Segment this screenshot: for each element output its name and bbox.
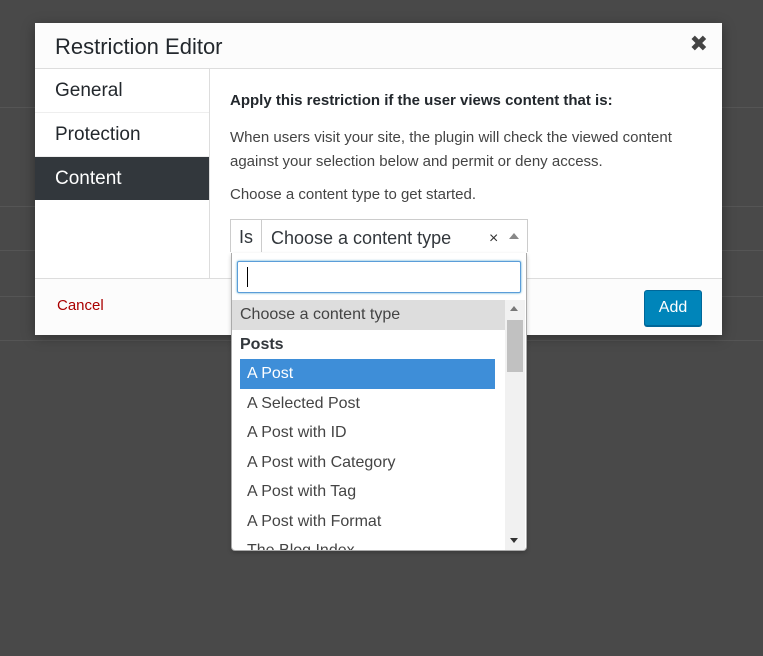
content-type-dropdown: Choose a content type Posts A Post A Sel…	[231, 253, 527, 551]
cancel-button[interactable]: Cancel	[57, 297, 104, 314]
add-button[interactable]: Add	[644, 290, 702, 326]
option-the-blog-index[interactable]: The Blog Index	[232, 536, 505, 550]
content-panel: Apply this restriction if the user views…	[230, 69, 700, 203]
dialog-title: Restriction Editor	[55, 34, 223, 59]
select-current-value: Choose a content type	[271, 228, 452, 248]
scroll-up-icon[interactable]	[510, 306, 518, 311]
content-prompt: Choose a content type to get started.	[230, 186, 476, 203]
tab-protection[interactable]: Protection	[35, 113, 209, 157]
tab-content[interactable]: Content	[35, 157, 209, 200]
option-group-posts: Posts	[240, 335, 284, 353]
content-heading: Apply this restriction if the user views…	[230, 92, 613, 109]
option-a-post-with-format[interactable]: A Post with Format	[232, 507, 505, 537]
option-a-selected-post[interactable]: A Selected Post	[232, 389, 505, 419]
text-caret	[247, 267, 248, 287]
option-placeholder[interactable]: Choose a content type	[232, 300, 505, 330]
option-a-post-with-id[interactable]: A Post with ID	[232, 418, 505, 448]
close-icon[interactable]: ✖	[690, 32, 708, 56]
chevron-up-icon[interactable]	[509, 233, 519, 239]
content-description: When users visit your site, the plugin w…	[230, 129, 672, 170]
option-a-post-with-tag[interactable]: A Post with Tag	[232, 477, 505, 507]
option-a-post[interactable]: A Post	[240, 359, 495, 389]
content-type-select[interactable]: Is Choose a content type ×	[230, 219, 528, 252]
scrollbar-thumb[interactable]	[507, 320, 523, 372]
tab-general[interactable]: General	[35, 69, 209, 113]
condition-is-toggle[interactable]: Is	[231, 220, 262, 252]
dropdown-scrollbar[interactable]	[505, 300, 525, 550]
scroll-down-icon[interactable]	[510, 538, 518, 543]
option-a-post-with-category[interactable]: A Post with Category	[232, 448, 505, 478]
dialog-header: Restriction Editor ✖	[35, 23, 722, 69]
dropdown-options: Choose a content type Posts A Post A Sel…	[232, 300, 505, 550]
tab-list: General Protection Content	[35, 69, 210, 278]
dropdown-search-input[interactable]	[237, 261, 521, 293]
